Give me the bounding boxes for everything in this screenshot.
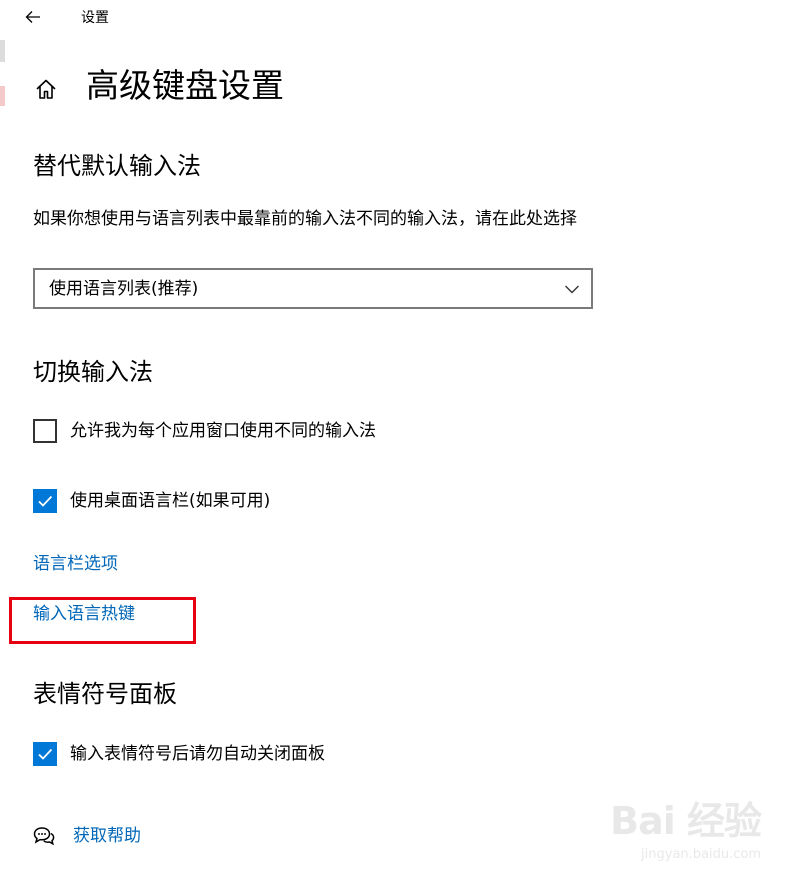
input-method-dropdown[interactable]: 使用语言列表(推荐): [33, 268, 593, 309]
desktop-language-bar-checkbox[interactable]: [33, 489, 57, 513]
get-help-link[interactable]: 获取帮助: [33, 822, 141, 850]
desktop-language-bar-checkbox-row[interactable]: 使用桌面语言栏(如果可用): [33, 486, 270, 516]
override-input-heading: 替代默认输入法: [33, 152, 201, 180]
help-chat-icon: [33, 827, 55, 846]
override-input-description: 如果你想使用与语言列表中最靠前的输入法不同的输入法，请在此处选择: [33, 209, 577, 229]
checkmark-icon: [38, 495, 53, 507]
input-language-hotkeys-link[interactable]: 输入语言热键: [33, 602, 135, 626]
baidu-jingyan-watermark: Bai 经验 jingyan.baidu.com: [610, 790, 762, 862]
back-arrow-icon: [25, 11, 40, 23]
window-title: 设置: [81, 10, 109, 26]
checkmark-icon: [38, 748, 53, 760]
emoji-auto-close-checkbox[interactable]: [33, 742, 57, 766]
switch-input-heading: 切换输入法: [33, 358, 153, 386]
per-app-input-checkbox-row[interactable]: 允许我为每个应用窗口使用不同的输入法: [33, 416, 376, 446]
chevron-down-icon: [565, 285, 579, 294]
background-window-edge-red: [0, 86, 5, 106]
per-app-input-label: 允许我为每个应用窗口使用不同的输入法: [70, 421, 376, 441]
home-icon: [36, 79, 56, 99]
desktop-language-bar-label: 使用桌面语言栏(如果可用): [70, 491, 271, 511]
watermark-logo-text: Bai 经验: [610, 799, 762, 843]
back-button[interactable]: [18, 4, 48, 30]
emoji-auto-close-label: 输入表情符号后请勿自动关闭面板: [70, 744, 325, 764]
language-bar-options-link[interactable]: 语言栏选项: [33, 552, 118, 576]
emoji-panel-heading: 表情符号面板: [33, 680, 177, 708]
per-app-input-checkbox[interactable]: [33, 419, 57, 443]
page-title: 高级键盘设置: [86, 66, 284, 105]
emoji-auto-close-checkbox-row[interactable]: 输入表情符号后请勿自动关闭面板: [33, 739, 325, 769]
background-window-edge: [0, 40, 5, 62]
home-button[interactable]: [33, 76, 59, 102]
get-help-label: 获取帮助: [73, 826, 141, 846]
watermark-url: jingyan.baidu.com: [641, 847, 761, 862]
dropdown-selected-value: 使用语言列表(推荐): [49, 279, 199, 299]
title-bar: 设置: [0, 0, 791, 36]
